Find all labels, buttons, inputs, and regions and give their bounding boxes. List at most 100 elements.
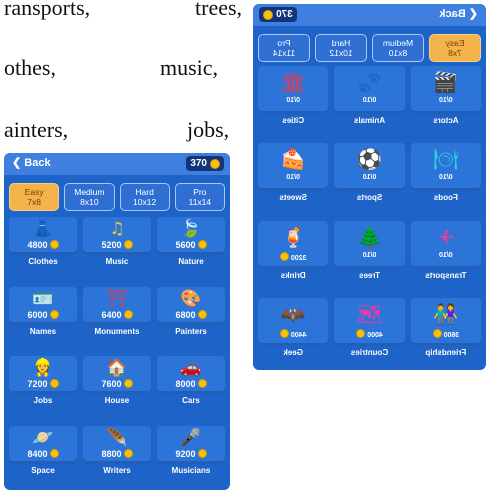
category-value: 0/10 bbox=[411, 174, 481, 181]
category-label: Geek bbox=[283, 347, 303, 357]
category-value-text: 0/10 bbox=[439, 174, 453, 182]
tab-medium[interactable]: Medium 8x10 bbox=[64, 183, 115, 211]
category-label: Nature bbox=[178, 257, 204, 266]
category-card-friendship[interactable]: 👫 3600 Friendship bbox=[410, 297, 481, 360]
category-card-house[interactable]: 🏠 7600 House bbox=[83, 356, 151, 407]
category-value-text: 7200 bbox=[27, 379, 48, 389]
category-value: 6800 bbox=[157, 309, 225, 320]
prose-word-trees: trees, bbox=[195, 0, 243, 20]
category-card-drinks[interactable]: 🍹 3200 Drinks bbox=[258, 220, 329, 283]
category-label: Clothes bbox=[28, 257, 58, 266]
category-value-text: 0/10 bbox=[286, 174, 300, 182]
category-value: 0/10 bbox=[258, 174, 328, 181]
tab-label: Easy bbox=[445, 38, 465, 48]
category-tile: 🪪 6000 bbox=[9, 286, 77, 325]
category-card-trees[interactable]: 🌲 0/10 Trees bbox=[334, 220, 405, 283]
top-bar: ❮ Back 370 bbox=[4, 153, 230, 175]
category-value-text: 0/10 bbox=[362, 251, 377, 259]
category-tile: 🎨 6800 bbox=[157, 286, 225, 325]
category-card-monuments[interactable]: ⛩ 6400 Monuments bbox=[83, 286, 151, 338]
category-card-sweets[interactable]: 🍰 0/10 Sweets bbox=[258, 143, 329, 205]
top-bar: ❮ Back 370 bbox=[253, 4, 486, 26]
tab-grid-size: 10x12 bbox=[329, 48, 353, 58]
category-label: Trees bbox=[359, 270, 380, 280]
coin-icon bbox=[49, 448, 59, 458]
category-label: Foods bbox=[433, 193, 458, 203]
category-value-text: 3200 bbox=[290, 254, 307, 262]
cocktail-icon: 🍹 bbox=[280, 224, 306, 249]
category-card-transports[interactable]: ✈ 0/10 Transports bbox=[410, 220, 481, 283]
category-tile: 🐾 0/10 bbox=[334, 66, 405, 114]
coin-count: 370 bbox=[276, 9, 293, 20]
category-card-animals[interactable]: 🐾 0/10 Animals bbox=[334, 66, 405, 128]
category-label: Friendship bbox=[425, 347, 467, 357]
category-value-text: 5200 bbox=[101, 240, 122, 250]
category-card-geek[interactable]: 🦇 4400 Geek bbox=[258, 297, 329, 360]
coin-icon bbox=[49, 240, 59, 249]
category-value: 0/10 bbox=[411, 97, 481, 104]
category-card-sports[interactable]: ⚽ 0/10 Sports bbox=[334, 143, 405, 205]
category-tile: 🍰 0/10 bbox=[258, 143, 329, 192]
category-card-cities[interactable]: 🏛 0/10 Cities bbox=[258, 66, 329, 128]
tab-grid-size: 7x8 bbox=[448, 48, 462, 58]
category-card-clothes[interactable]: 👗 4800 Clothes bbox=[9, 217, 77, 268]
tab-pro[interactable]: Pro 11x14 bbox=[258, 34, 310, 62]
tab-grid-size: 11x14 bbox=[188, 197, 212, 207]
back-button[interactable]: ❮ Back bbox=[439, 7, 478, 20]
category-tile: 🎤 9200 bbox=[157, 425, 225, 464]
category-value: 6000 bbox=[9, 309, 77, 320]
category-tile: ⚽ 0/10 bbox=[334, 143, 405, 192]
tab-hard[interactable]: Hard 10x12 bbox=[315, 34, 367, 62]
coin-icon bbox=[432, 328, 442, 338]
category-label: Writers bbox=[103, 465, 131, 475]
category-screen: ❮ Back 370 Easy 7x8 Medium 8x10 Hard 10x12 Pro… bbox=[4, 153, 230, 490]
category-value-text: 8000 bbox=[175, 379, 196, 389]
friends-icon: 👫 bbox=[433, 301, 459, 326]
category-card-writers[interactable]: 🪶 8800 Writers bbox=[83, 425, 151, 477]
dress-icon: 👗 bbox=[32, 219, 54, 239]
category-label: Sweets bbox=[279, 193, 307, 203]
category-value: 8800 bbox=[83, 448, 151, 459]
category-value: 0/10 bbox=[334, 97, 404, 104]
category-card-music[interactable]: ♫ 5200 Music bbox=[83, 217, 151, 268]
difficulty-tabs: Easy 7x8 Medium 8x10 Hard 10x12 Pro 11x14 bbox=[258, 34, 481, 62]
category-card-cars[interactable]: 🚗 8000 Cars bbox=[157, 356, 225, 407]
prose-word-jobs: jobs, bbox=[187, 117, 230, 142]
category-card-musicians[interactable]: 🎤 9200 Musicians bbox=[157, 425, 225, 477]
category-value: 0/10 bbox=[334, 174, 404, 181]
category-tile: ♫ 5200 bbox=[83, 217, 151, 255]
category-label: Musicians bbox=[171, 465, 211, 475]
category-label: Cities bbox=[282, 116, 305, 125]
tab-hard[interactable]: Hard 10x12 bbox=[119, 183, 170, 211]
category-tile: 🏠 7600 bbox=[83, 356, 151, 394]
category-card-actors[interactable]: 🎬 0/10 Actors bbox=[410, 66, 481, 128]
category-value: 4000 bbox=[334, 328, 404, 339]
category-card-foods[interactable]: 🍽 0/10 Foods bbox=[410, 143, 481, 205]
category-card-jobs[interactable]: 👷 7200 Jobs bbox=[9, 356, 77, 407]
category-tile: 🎬 0/10 bbox=[410, 66, 481, 114]
tab-medium[interactable]: Medium 8x10 bbox=[372, 34, 424, 62]
category-value: 0/10 bbox=[258, 97, 328, 104]
worker-icon: 👷 bbox=[32, 358, 54, 378]
category-label: Monuments bbox=[94, 326, 140, 336]
category-tile: 🍽 0/10 bbox=[410, 143, 481, 192]
category-label: Animals bbox=[353, 116, 386, 125]
category-value-text: 4000 bbox=[367, 331, 383, 339]
tab-pro[interactable]: Pro 11x14 bbox=[174, 183, 225, 211]
back-label: Back bbox=[439, 8, 466, 20]
category-value: 3600 bbox=[411, 328, 481, 339]
category-card-painters[interactable]: 🎨 6800 Painters bbox=[157, 286, 225, 338]
back-button[interactable]: ❮ Back bbox=[12, 156, 51, 169]
coin-icon bbox=[197, 240, 207, 249]
category-card-countries[interactable]: 🗺 4000 Countries bbox=[334, 297, 405, 360]
tab-label: Pro bbox=[193, 187, 207, 197]
prose-word-music: music, bbox=[160, 55, 219, 80]
category-card-nature[interactable]: 🍃 5600 Nature bbox=[157, 217, 225, 268]
category-card-space[interactable]: 🪐 8400 Space bbox=[9, 425, 77, 477]
category-value: 4800 bbox=[9, 240, 77, 250]
tab-easy[interactable]: Easy 7x8 bbox=[9, 183, 60, 211]
category-label: Actors bbox=[433, 116, 459, 125]
category-card-names[interactable]: 🪪 6000 Names bbox=[9, 286, 77, 338]
tab-easy[interactable]: Easy 7x8 bbox=[429, 34, 481, 62]
category-tile: ✈ 0/10 bbox=[410, 220, 481, 269]
